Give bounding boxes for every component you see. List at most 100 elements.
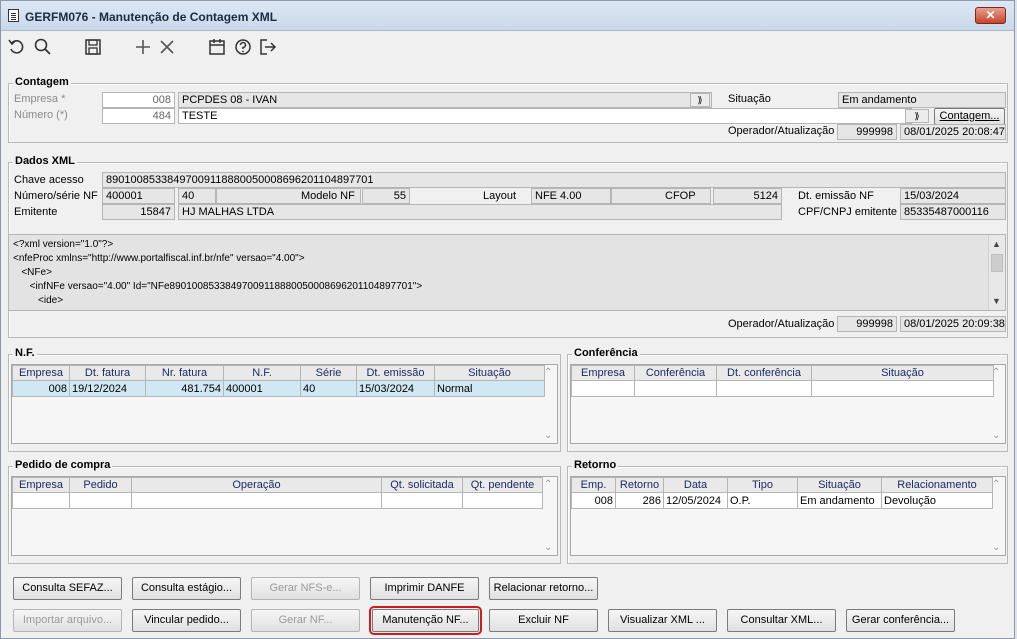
close-button[interactable]: ✕ — [975, 7, 1006, 24]
scroll-up-icon[interactable]: ▲ — [992, 237, 1001, 251]
consulta-estagio-button[interactable]: Consulta estágio... — [132, 577, 241, 600]
table-row[interactable] — [571, 380, 994, 397]
ret-col-relacionamento[interactable]: Relacionamento — [881, 477, 993, 493]
nf-col-dt-emissao[interactable]: Dt. emissão — [356, 365, 435, 381]
relacionar-retorno-button[interactable]: Relacionar retorno... — [489, 577, 598, 600]
table-row[interactable] — [12, 492, 543, 509]
conferencia-grid[interactable]: Empresa Conferência Dt. conferência Situ… — [570, 364, 1006, 444]
xml-line: <?xml version="1.0"?> — [13, 239, 114, 250]
pedido-grid[interactable]: Empresa Pedido Operação Qt. solicitada Q… — [11, 476, 558, 556]
pedido-col-qt-solicitada[interactable]: Qt. solicitada — [381, 477, 463, 493]
scroll-down-icon[interactable]: ▼ — [992, 294, 1001, 308]
gerar-conferencia-button[interactable]: Gerar conferência... — [846, 609, 955, 632]
undo-icon[interactable] — [7, 37, 27, 57]
gerar-nf-button[interactable]: Gerar NF... — [251, 609, 360, 632]
gerar-nfse-button[interactable]: Gerar NFS-e... — [251, 577, 360, 600]
nf-col-dt-fatura[interactable]: Dt. fatura — [69, 365, 146, 381]
chevron-up-icon[interactable]: ⌃ — [544, 367, 552, 378]
cell[interactable]: 286 — [615, 492, 664, 509]
ret-col-emp[interactable]: Emp. — [571, 477, 616, 493]
chevron-down-icon[interactable]: ⌄ — [544, 542, 552, 553]
vincular-pedido-button[interactable]: Vincular pedido... — [132, 609, 241, 632]
delete-icon[interactable] — [157, 37, 177, 57]
excluir-nf-button[interactable]: Excluir NF — [489, 609, 598, 632]
help-icon[interactable] — [233, 37, 253, 57]
conf-col-empresa[interactable]: Empresa — [571, 365, 635, 381]
cell[interactable]: 008 — [12, 380, 70, 397]
importar-arquivo-button[interactable]: Importar arquivo... — [13, 609, 122, 632]
table-row[interactable]: 008 19/12/2024 481.754 400001 40 15/03/2… — [12, 380, 545, 397]
visualizar-xml-button[interactable]: Visualizar XML ... — [608, 609, 717, 632]
table-row[interactable]: 008 286 12/05/2024 O.P. Em andamento Dev… — [571, 492, 993, 509]
cell[interactable]: 481.754 — [145, 380, 224, 397]
add-icon[interactable] — [133, 37, 153, 57]
ret-col-tipo[interactable]: Tipo — [727, 477, 798, 493]
save-icon[interactable] — [83, 37, 103, 57]
consultar-xml-button[interactable]: Consultar XML... — [727, 609, 836, 632]
numero-desc-field[interactable]: TESTE — [178, 108, 912, 124]
emitente-name-field: HJ MALHAS LTDA — [178, 204, 782, 220]
toolbar — [1, 31, 1014, 63]
cell[interactable]: 19/12/2024 — [69, 380, 146, 397]
retorno-scrollbar[interactable]: ⌃ ⌄ — [990, 478, 1004, 554]
cell[interactable]: 400001 — [223, 380, 301, 397]
empresa-name-field: PCPDES 08 - IVAN — [178, 92, 712, 108]
nf-col-situacao[interactable]: Situação — [434, 365, 545, 381]
pedido-col-empresa[interactable]: Empresa — [12, 477, 70, 493]
nf-scrollbar[interactable]: ⌃ ⌄ — [542, 366, 556, 442]
empresa-code-field[interactable]: 008 — [102, 92, 175, 108]
conf-col-conferencia[interactable]: Conferência — [634, 365, 717, 381]
ret-col-data[interactable]: Data — [663, 477, 728, 493]
pedido-col-operacao[interactable]: Operação — [131, 477, 382, 493]
imprimir-danfe-button[interactable]: Imprimir DANFE — [370, 577, 479, 600]
conferencia-scrollbar[interactable]: ⌃ ⌄ — [990, 366, 1004, 442]
pedido-col-qt-pendente[interactable]: Qt. pendente — [462, 477, 543, 493]
nf-title: N.F. — [13, 347, 37, 359]
xml-line: <nfeProc xmlns="http://www.portalfiscal.… — [13, 253, 305, 264]
consulta-sefaz-button[interactable]: Consulta SEFAZ... — [13, 577, 122, 600]
nf-col-nf[interactable]: N.F. — [223, 365, 301, 381]
scroll-thumb[interactable] — [991, 254, 1003, 272]
chevron-down-icon[interactable]: ⌄ — [544, 430, 552, 441]
numero-serie-label: Número/série NF — [14, 190, 98, 202]
exit-icon[interactable] — [258, 37, 278, 57]
cell[interactable]: O.P. — [727, 492, 798, 509]
manutencao-nf-button[interactable]: Manutenção NF... — [369, 606, 482, 635]
nf-serie-field: 40 — [178, 188, 216, 204]
numero-lookup-icon[interactable]: ⟫ — [905, 109, 929, 123]
nf-col-empresa[interactable]: Empresa — [12, 365, 70, 381]
xml-line: <ide> — [13, 295, 64, 306]
cell[interactable]: 15/03/2024 — [356, 380, 435, 397]
cell[interactable]: 12/05/2024 — [663, 492, 728, 509]
cell[interactable]: 008 — [571, 492, 616, 509]
xml-scrollbar[interactable]: ▲ ▼ — [988, 235, 1005, 310]
ret-col-situacao[interactable]: Situação — [797, 477, 882, 493]
pedido-scrollbar[interactable]: ⌃ ⌄ — [542, 478, 556, 554]
ret-col-retorno[interactable]: Retorno — [615, 477, 664, 493]
pedido-col-pedido[interactable]: Pedido — [69, 477, 132, 493]
numero-field[interactable]: 484 — [102, 108, 175, 124]
cell[interactable]: Devolução — [881, 492, 993, 509]
conf-col-situacao[interactable]: Situação — [811, 365, 994, 381]
cfop-spacer — [611, 188, 711, 204]
retorno-grid[interactable]: Emp. Retorno Data Tipo Situação Relacion… — [570, 476, 1006, 556]
chevron-down-icon[interactable]: ⌄ — [992, 430, 1000, 441]
conf-col-dt-conferencia[interactable]: Dt. conferência — [716, 365, 812, 381]
cell[interactable]: Em andamento — [797, 492, 882, 509]
situacao-field: Em andamento — [838, 92, 1006, 108]
contagem-button[interactable]: Contagem... — [934, 108, 1005, 125]
empresa-lookup-icon[interactable]: ⟫ — [690, 93, 710, 107]
chevron-down-icon[interactable]: ⌄ — [992, 542, 1000, 553]
nf-col-nr-fatura[interactable]: Nr. fatura — [145, 365, 224, 381]
chevron-up-icon[interactable]: ⌃ — [992, 367, 1000, 378]
search-icon[interactable] — [33, 37, 53, 57]
xml-content-area[interactable]: <?xml version="1.0"?> <nfeProc xmlns="ht… — [8, 234, 1006, 311]
cell[interactable]: Normal — [434, 380, 545, 397]
calendar-icon[interactable] — [207, 37, 227, 57]
chevron-up-icon[interactable]: ⌃ — [992, 479, 1000, 490]
chevron-up-icon[interactable]: ⌃ — [544, 479, 552, 490]
nf-grid[interactable]: Empresa Dt. fatura Nr. fatura N.F. Série… — [11, 364, 558, 444]
cell[interactable]: 40 — [300, 380, 357, 397]
nf-col-serie[interactable]: Série — [300, 365, 357, 381]
title-bar: GERFM076 - Manutenção de Contagem XML ✕ — [1, 1, 1014, 31]
